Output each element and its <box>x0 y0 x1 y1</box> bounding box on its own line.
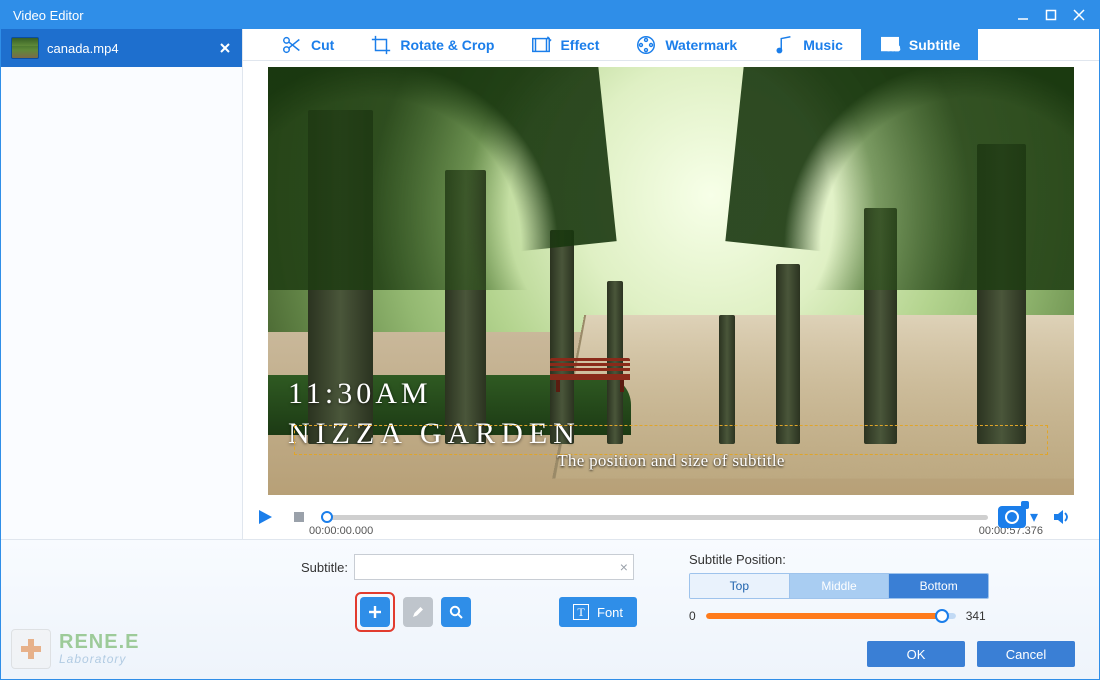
file-thumbnail <box>11 37 39 59</box>
subtitle-panel: RENE.E Laboratory Subtitle: × T <box>1 539 1099 679</box>
slider-min-label: 0 <box>689 609 696 623</box>
time-current: 00:00:00.000 <box>309 525 373 537</box>
music-note-icon <box>773 34 795 56</box>
segment-bottom[interactable]: Bottom <box>888 574 988 598</box>
titlebar: Video Editor <box>1 1 1099 29</box>
seek-handle[interactable] <box>321 511 333 523</box>
add-subtitle-highlight <box>355 592 395 632</box>
subtitle-icon: SUB <box>879 34 901 56</box>
seek-bar[interactable] <box>321 508 988 526</box>
search-subtitle-button[interactable] <box>441 597 471 627</box>
app-window: Video Editor canada.mp4 Cut R <box>0 0 1100 680</box>
add-subtitle-button[interactable] <box>360 597 390 627</box>
position-label: Subtitle Position: <box>689 552 1075 567</box>
edit-subtitle-button[interactable] <box>403 597 433 627</box>
file-sidebar: canada.mp4 <box>1 29 243 539</box>
cancel-button[interactable]: Cancel <box>977 641 1075 667</box>
position-slider[interactable] <box>706 613 956 619</box>
tab-label: Effect <box>560 37 599 53</box>
tab-label: Music <box>803 37 843 53</box>
toolbar: Cut Rotate & Crop Effect Watermark Music <box>243 29 1099 61</box>
segment-top[interactable]: Top <box>690 574 789 598</box>
window-title: Video Editor <box>13 8 1009 23</box>
bench-graphic <box>550 358 630 392</box>
tab-effect[interactable]: Effect <box>512 29 617 60</box>
subtitle-sample-text: The position and size of subtitle <box>557 451 785 471</box>
close-button[interactable] <box>1065 4 1093 26</box>
filmstrip-icon <box>530 34 552 56</box>
tab-cut[interactable]: Cut <box>263 29 352 60</box>
ok-button[interactable]: OK <box>867 641 965 667</box>
overlay-place-text: NIZZA GARDEN <box>288 417 581 451</box>
overlay-time-text: 11:30AM <box>288 377 432 411</box>
crop-icon <box>370 34 392 56</box>
time-readout: 00:00:00.000 00:00:57.376 <box>243 525 1099 539</box>
subtitle-label: Subtitle: <box>301 560 348 575</box>
film-reel-icon <box>635 34 657 56</box>
file-tab[interactable]: canada.mp4 <box>1 29 242 67</box>
position-segmented: Top Middle Bottom <box>689 573 989 599</box>
tab-label: Subtitle <box>909 37 960 53</box>
font-t-icon: T <box>573 604 589 620</box>
file-close-button[interactable] <box>218 41 232 55</box>
file-name: canada.mp4 <box>47 41 210 56</box>
snapshot-button[interactable] <box>998 506 1026 528</box>
font-button-label: Font <box>597 605 623 620</box>
tab-subtitle[interactable]: SUB Subtitle <box>861 29 978 60</box>
tab-rotate-crop[interactable]: Rotate & Crop <box>352 29 512 60</box>
tab-music[interactable]: Music <box>755 29 861 60</box>
maximize-button[interactable] <box>1037 4 1065 26</box>
video-preview[interactable]: 11:30AM NIZZA GARDEN The position and si… <box>268 67 1074 495</box>
scissors-icon <box>281 34 303 56</box>
main-area: Cut Rotate & Crop Effect Watermark Music <box>243 29 1099 539</box>
slider-handle[interactable] <box>935 609 949 623</box>
minimize-button[interactable] <box>1009 4 1037 26</box>
tab-label: Watermark <box>665 37 737 53</box>
clear-input-icon[interactable]: × <box>620 559 628 575</box>
tab-watermark[interactable]: Watermark <box>617 29 755 60</box>
tab-label: Cut <box>311 37 334 53</box>
tab-label: Rotate & Crop <box>400 37 494 53</box>
slider-value-label: 341 <box>966 609 986 623</box>
svg-text:SUB: SUB <box>886 45 900 52</box>
segment-middle[interactable]: Middle <box>789 574 889 598</box>
subtitle-input[interactable] <box>354 554 634 580</box>
font-button[interactable]: T Font <box>559 597 637 627</box>
